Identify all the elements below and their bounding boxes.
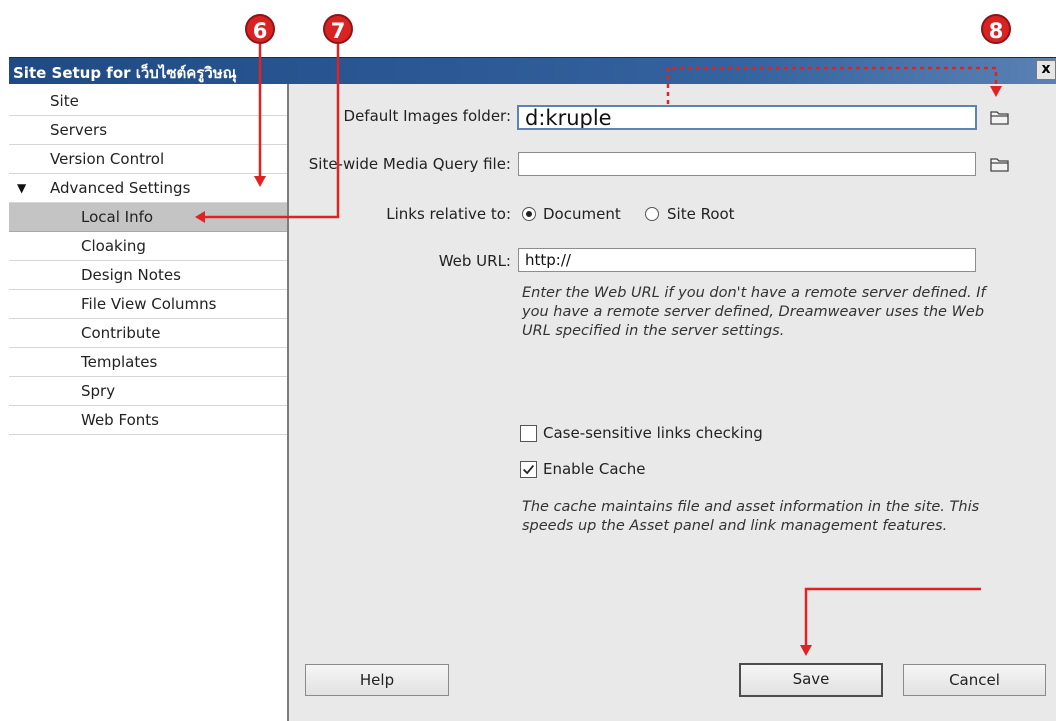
cancel-button[interactable]: Cancel [903, 664, 1046, 696]
web-url-note: Enter the Web URL if you don't have a re… [522, 285, 986, 339]
sidebar-item-cloaking[interactable]: Cloaking [9, 232, 287, 261]
callout-7: 7 [323, 14, 353, 44]
web-url-label: Web URL: [438, 252, 511, 270]
category-sidebar: Site Servers Version Control ▼ Advanced … [9, 84, 289, 721]
images-folder-input[interactable]: d:kruple [517, 105, 977, 130]
save-button[interactable]: Save [739, 663, 883, 697]
window-title: Site Setup for เว็บไซต์ครูวิษณุ [13, 64, 237, 82]
case-sensitive-label[interactable]: Case-sensitive links checking [543, 424, 763, 442]
help-button[interactable]: Help [305, 664, 449, 696]
sidebar-item-local-info[interactable]: Local Info [9, 203, 287, 232]
sidebar-item-templates[interactable]: Templates [9, 348, 287, 377]
cache-note: The cache maintains file and asset infor… [522, 499, 980, 534]
radio-document-label[interactable]: Document [543, 205, 621, 223]
radio-site-root[interactable] [645, 207, 659, 221]
sidebar-item-version-control[interactable]: Version Control [9, 145, 287, 174]
media-query-label: Site-wide Media Query file: [308, 155, 511, 173]
expand-triangle-icon[interactable]: ▼ [17, 174, 26, 202]
close-button[interactable]: x [1036, 60, 1056, 80]
sidebar-item-file-view-columns[interactable]: File View Columns [9, 290, 287, 319]
enable-cache-label[interactable]: Enable Cache [543, 460, 646, 478]
sidebar-item-contribute[interactable]: Contribute [9, 319, 287, 348]
sidebar-item-site[interactable]: Site [9, 87, 287, 116]
media-query-input[interactable] [518, 152, 976, 176]
sidebar-item-advanced-settings[interactable]: ▼ Advanced Settings [9, 174, 287, 203]
case-sensitive-checkbox[interactable] [520, 425, 537, 442]
callout-6: 6 [245, 14, 275, 44]
radio-site-root-label[interactable]: Site Root [667, 205, 735, 223]
sidebar-item-servers[interactable]: Servers [9, 116, 287, 145]
enable-cache-checkbox[interactable] [520, 461, 537, 478]
sidebar-item-spry[interactable]: Spry [9, 377, 287, 406]
browse-folder-icon[interactable] [990, 108, 1010, 126]
sidebar-item-design-notes[interactable]: Design Notes [9, 261, 287, 290]
window-titlebar: Site Setup for เว็บไซต์ครูวิษณุ x [9, 57, 1056, 84]
browse-folder-icon[interactable] [990, 155, 1010, 173]
web-url-input[interactable]: http:// [518, 248, 976, 272]
callout-8: 8 [981, 14, 1011, 44]
settings-panel [289, 84, 1056, 721]
sidebar-item-web-fonts[interactable]: Web Fonts [9, 406, 287, 435]
radio-document[interactable] [522, 207, 536, 221]
images-folder-label: Default Images folder: [343, 107, 511, 125]
links-relative-label: Links relative to: [386, 205, 511, 223]
